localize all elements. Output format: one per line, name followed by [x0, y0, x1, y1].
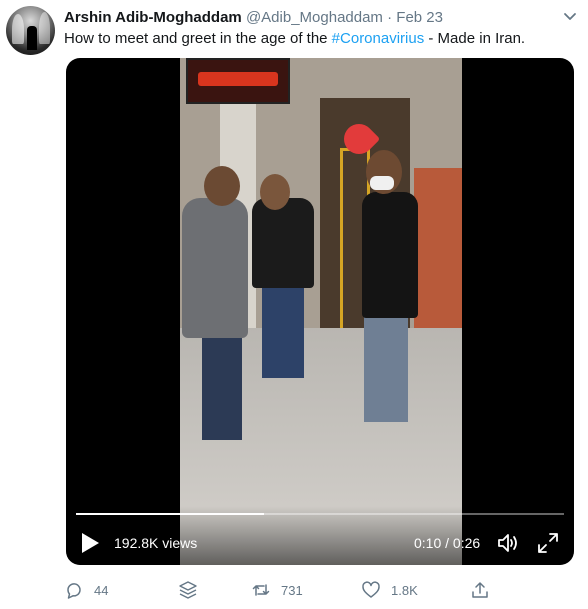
retweet-icon	[252, 584, 270, 596]
retweet-button[interactable]: 731	[251, 576, 303, 604]
chevron-down-icon[interactable]	[560, 6, 580, 26]
stack-button[interactable]	[178, 576, 198, 604]
video-time: 0:10 / 0:26	[414, 535, 481, 551]
stack-icon	[179, 581, 197, 599]
like-icon	[362, 581, 380, 598]
author-name[interactable]: Arshin Adib-Moghaddam	[64, 9, 242, 26]
tweet-text-after: - Made in Iran.	[424, 30, 526, 47]
reply-count: 44	[94, 582, 109, 598]
progress-bar[interactable]	[76, 513, 564, 515]
fullscreen-icon[interactable]	[536, 531, 560, 555]
tweet-text: How to meet and greet in the age of the …	[64, 29, 525, 49]
retweet-count: 731	[281, 582, 303, 598]
video-frame	[180, 58, 462, 565]
progress-fill	[76, 513, 264, 515]
tweet-date[interactable]: Feb 23	[396, 9, 443, 26]
like-button[interactable]: 1.8K	[361, 576, 418, 604]
volume-icon[interactable]	[496, 531, 520, 555]
view-count: 192.8K views	[114, 535, 198, 551]
separator-dot: ·	[387, 9, 393, 26]
avatar[interactable]	[6, 6, 55, 55]
play-icon[interactable]	[80, 532, 100, 554]
reply-button[interactable]: 44	[64, 576, 108, 604]
like-count: 1.8K	[391, 582, 418, 598]
author-handle[interactable]: @Adib_Moghaddam	[246, 9, 383, 26]
hashtag-link[interactable]: #Coronavirius	[332, 30, 425, 47]
share-button[interactable]	[470, 576, 490, 604]
reply-icon	[67, 583, 81, 599]
tweet: Arshin Adib-Moghaddam @Adib_Moghaddam · …	[0, 0, 588, 609]
share-icon	[472, 582, 488, 598]
video-player[interactable]: 192.8K views 0:10 / 0:26	[66, 58, 574, 565]
tweet-actions: 44 731 1.8K	[0, 576, 588, 604]
tweet-text-before: How to meet and greet in the age of the	[64, 30, 332, 47]
tweet-header: Arshin Adib-Moghaddam @Adib_Moghaddam · …	[64, 8, 443, 28]
